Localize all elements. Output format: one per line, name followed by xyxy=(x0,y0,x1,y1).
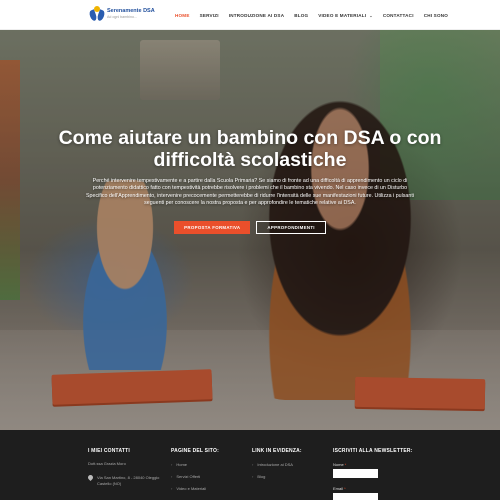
nav-item-servizi[interactable]: SERVIZI xyxy=(200,13,219,18)
footer-contacts: I MIEI CONTATTI Dott.ssa Grazia Moro Via… xyxy=(88,448,159,486)
logo-icon xyxy=(88,6,106,23)
nav-item-contattaci[interactable]: CONTATTACI xyxy=(383,13,414,18)
nav-item-introduzione-dsa[interactable]: INTRODUZIONE AI DSA xyxy=(229,13,284,18)
chevron-right-icon: › xyxy=(252,474,254,479)
footer-link-label: Introduzione ai DSA xyxy=(257,462,293,467)
nav-item-video-materiali[interactable]: VIDEO E MATERIALI ⌄ xyxy=(318,13,373,18)
newsletter-email-input[interactable] xyxy=(333,493,378,502)
footer-link-label: Blog xyxy=(257,474,266,479)
address-line-1: Via San Martino, 8 - 28040 Oleggio xyxy=(97,475,160,480)
footer-link-label: Servizi Offerti xyxy=(176,474,201,479)
footer-links-heading: LINK IN EVIDENZA: xyxy=(252,448,302,454)
approfondimenti-button[interactable]: APPROFONDIMENTI xyxy=(256,221,326,234)
footer-newsletter-heading: ISCRIVITI ALLA NEWSLETTER: xyxy=(333,448,413,454)
chevron-right-icon: › xyxy=(171,486,173,491)
footer-link-label: Home xyxy=(176,462,188,467)
site-logo[interactable]: Serenamente DSA Ad ogni bambino... xyxy=(88,6,155,23)
footer-newsletter: ISCRIVITI ALLA NEWSLETTER: Nome * Email … xyxy=(333,448,413,502)
required-mark: * xyxy=(344,462,347,467)
site-footer: I MIEI CONTATTI Dott.ssa Grazia Moro Via… xyxy=(0,430,500,502)
contact-address: Via San Martino, 8 - 28040 Oleggio Caste… xyxy=(88,475,159,486)
map-pin-icon xyxy=(88,475,93,482)
hero-title: Come aiutare un bambino con DSA o con di… xyxy=(58,127,442,171)
hero-buttons: PROPOSTA FORMATIVA APPROFONDIMENTI xyxy=(0,221,500,234)
nav-item-chi-sono[interactable]: CHI SONO xyxy=(424,13,448,18)
hero-description: Perché intervenire tempestivamente e a p… xyxy=(86,178,414,206)
newsletter-name-label: Nome * xyxy=(333,462,413,467)
footer-link-home[interactable]: › Home xyxy=(171,462,219,467)
hero-section: Come aiutare un bambino con DSA o con di… xyxy=(0,30,500,430)
footer-contacts-heading: I MIEI CONTATTI xyxy=(88,448,130,454)
chevron-right-icon: › xyxy=(171,474,173,479)
logo-tagline: Ad ogni bambino... xyxy=(107,14,137,19)
footer-link-label: Video e Materiali xyxy=(176,486,207,491)
main-nav: HOME SERVIZI INTRODUZIONE AI DSA BLOG VI… xyxy=(175,0,458,30)
proposta-formativa-button[interactable]: PROPOSTA FORMATIVA xyxy=(174,221,251,234)
footer-link-blog[interactable]: › Blog xyxy=(252,474,302,479)
footer-links: LINK IN EVIDENZA: › Introduzione ai DSA ›… xyxy=(252,448,302,486)
footer-link-introduzione[interactable]: › Introduzione ai DSA xyxy=(252,462,302,467)
newsletter-email-label: Email * xyxy=(333,486,413,491)
nav-item-blog[interactable]: BLOG xyxy=(294,13,308,18)
newsletter-name-input[interactable] xyxy=(333,469,378,478)
footer-pages: PAGINE DEL SITO: › Home › Servizi Offerti … xyxy=(171,448,219,498)
newsletter-email-label-text: Email xyxy=(333,486,344,491)
address-line-2: Castello (NO) xyxy=(97,480,122,486)
nav-item-video-materiali-label: VIDEO E MATERIALI xyxy=(318,12,367,18)
footer-pages-heading: PAGINE DEL SITO: xyxy=(171,448,219,454)
required-mark: * xyxy=(344,486,346,491)
site-header: Serenamente DSA Ad ogni bambino... HOME … xyxy=(0,0,500,30)
newsletter-name-label-text: Nome xyxy=(333,462,344,467)
nav-item-home[interactable]: HOME xyxy=(175,13,190,18)
chevron-right-icon: › xyxy=(171,462,173,467)
chevron-down-icon: ⌄ xyxy=(369,12,373,18)
chevron-right-icon: › xyxy=(252,462,254,467)
contact-name: Dott.ssa Grazia Moro xyxy=(88,461,126,466)
footer-link-video[interactable]: › Video e Materiali xyxy=(171,486,219,491)
footer-link-servizi[interactable]: › Servizi Offerti xyxy=(171,474,219,479)
